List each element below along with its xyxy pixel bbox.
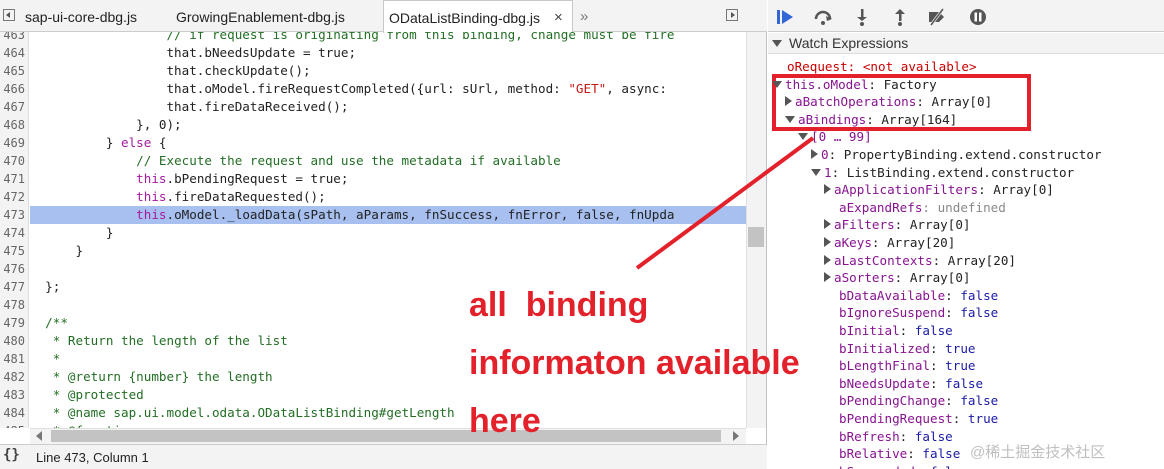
- collapse-icon[interactable]: [798, 133, 808, 141]
- property-value: false: [960, 393, 999, 409]
- annotation-line-2: informaton available: [469, 344, 800, 382]
- expand-icon[interactable]: [824, 237, 831, 247]
- watch-tree-row[interactable]: bRelative: false: [839, 445, 960, 463]
- property-value: true: [945, 358, 976, 374]
- property-name: 0: [821, 147, 829, 162]
- property-value: false: [960, 305, 999, 321]
- property-value: false: [914, 428, 953, 444]
- property-value: oRequest: <not available>: [787, 59, 977, 74]
- property-name: aFilters: [834, 217, 895, 233]
- property-value: :: [930, 375, 946, 391]
- property-value: :: [945, 393, 961, 409]
- property-name: bPendingRequest: [839, 411, 953, 426]
- watch-tree-row[interactable]: aKeys: Array[20]: [824, 234, 955, 252]
- watch-tree-row[interactable]: bPendingChange: false: [839, 392, 998, 410]
- property-value: :: [945, 305, 961, 321]
- watch-tree-row[interactable]: aFilters: Array[0]: [824, 216, 971, 234]
- annotation-line-1: all binding: [469, 286, 649, 324]
- annotation-line-3: here: [469, 402, 541, 440]
- property-value: :: [907, 446, 923, 462]
- watch-tree-row[interactable]: oRequest: <not available>: [787, 58, 977, 76]
- property-name: aSorters: [834, 270, 895, 286]
- property-value: : Array[0]: [916, 94, 993, 110]
- property-value: false: [922, 446, 961, 462]
- watch-tree-row[interactable]: bLengthFinal: true: [839, 357, 976, 375]
- property-value: : Array[0]: [894, 270, 971, 286]
- property-name: aBatchOperations: [795, 94, 917, 110]
- property-value: : Array[0]: [894, 217, 971, 233]
- property-name: bSuspended: [839, 464, 915, 469]
- property-value: :: [930, 340, 946, 356]
- property-value: : PropertyBinding.extend.constructor: [828, 147, 1102, 162]
- watch-tree-row[interactable]: 1: ListBinding.extend.constructor: [811, 164, 1074, 182]
- property-value: :: [899, 428, 915, 444]
- property-value: :: [930, 358, 946, 374]
- property-value: true: [945, 340, 976, 356]
- watch-tree-row[interactable]: bIgnoreSuspend: false: [839, 304, 998, 322]
- property-name: bIgnoreSuspend: [839, 305, 946, 321]
- property-name: bRefresh: [839, 428, 900, 444]
- property-value: : Array[0]: [978, 182, 1054, 198]
- watch-tree-row[interactable]: aApplicationFilters: Array[0]: [824, 181, 1054, 199]
- property-value: :: [899, 323, 915, 338]
- property-name: bDataAvailable: [839, 287, 946, 303]
- property-value: : Array[20]: [932, 252, 1016, 268]
- watch-tree-row[interactable]: bInitialized: true: [839, 340, 976, 358]
- property-value: :: [915, 464, 930, 469]
- collapse-icon[interactable]: [811, 168, 821, 176]
- property-name: 1: [824, 164, 832, 180]
- watch-tree-row[interactable]: aBindings: Array[164]: [785, 111, 957, 129]
- property-name: bInitial: [839, 323, 900, 338]
- watch-tree-row[interactable]: bRefresh: false: [839, 428, 953, 446]
- property-name: bPendingChange: [839, 393, 946, 409]
- expand-icon[interactable]: [824, 272, 831, 283]
- expand-icon[interactable]: [824, 254, 831, 265]
- watch-tree-row[interactable]: bPendingRequest: true: [839, 410, 998, 428]
- watch-tree-row[interactable]: this.oModel: Factory: [772, 76, 937, 94]
- watch-tree-row[interactable]: aSorters: Array[0]: [824, 269, 971, 287]
- collapse-icon[interactable]: [772, 80, 782, 88]
- property-value: : Array[20]: [871, 235, 956, 250]
- expand-icon[interactable]: [824, 184, 831, 195]
- property-name: bRelative: [839, 446, 908, 462]
- property-value: false: [960, 287, 999, 303]
- property-value: : Array[164]: [866, 111, 958, 127]
- property-value: false: [930, 464, 968, 469]
- property-value: false: [945, 375, 984, 391]
- arrow-line: [635, 136, 815, 270]
- property-name: bInitialized: [839, 340, 930, 356]
- property-name: bLengthFinal: [839, 358, 930, 374]
- watch-tree-row[interactable]: bDataAvailable: false: [839, 287, 998, 305]
- expand-icon[interactable]: [811, 149, 818, 159]
- expand-icon[interactable]: [785, 96, 792, 107]
- property-value: : ListBinding.extend.constructor: [831, 164, 1075, 180]
- property-value: true: [967, 411, 999, 426]
- property-value: : undefined: [922, 199, 1006, 215]
- watch-tree-row[interactable]: aLastContexts: Array[20]: [824, 252, 1016, 270]
- watch-tree-row[interactable]: bInitial: false: [839, 322, 953, 340]
- watch-tree-row[interactable]: aExpandRefs: undefined: [839, 199, 1006, 217]
- property-name: aBindings: [798, 111, 867, 127]
- property-name: aLastContexts: [834, 252, 933, 268]
- watch-tree-row[interactable]: 0: PropertyBinding.extend.constructor: [811, 146, 1102, 164]
- property-name: aExpandRefs: [839, 199, 923, 215]
- watch-tree-row[interactable]: bSuspended: false: [839, 463, 968, 469]
- expand-icon[interactable]: [824, 219, 831, 230]
- property-value: false: [914, 323, 953, 338]
- property-name: this.oModel: [785, 76, 869, 92]
- property-name: bNeedsUpdate: [839, 375, 930, 391]
- collapse-icon[interactable]: [785, 115, 795, 123]
- property-name: aApplicationFilters: [834, 182, 979, 198]
- property-name: [0 … 99]: [811, 129, 872, 145]
- watch-tree-row[interactable]: aBatchOperations: Array[0]: [785, 93, 992, 111]
- watch-tree-row[interactable]: bNeedsUpdate: false: [839, 375, 983, 393]
- property-name: aKeys: [834, 235, 872, 250]
- property-value: :: [952, 411, 968, 426]
- watch-tree-row[interactable]: [0 … 99]: [798, 128, 872, 146]
- property-value: :: [945, 287, 961, 303]
- property-value: : Factory: [868, 76, 937, 92]
